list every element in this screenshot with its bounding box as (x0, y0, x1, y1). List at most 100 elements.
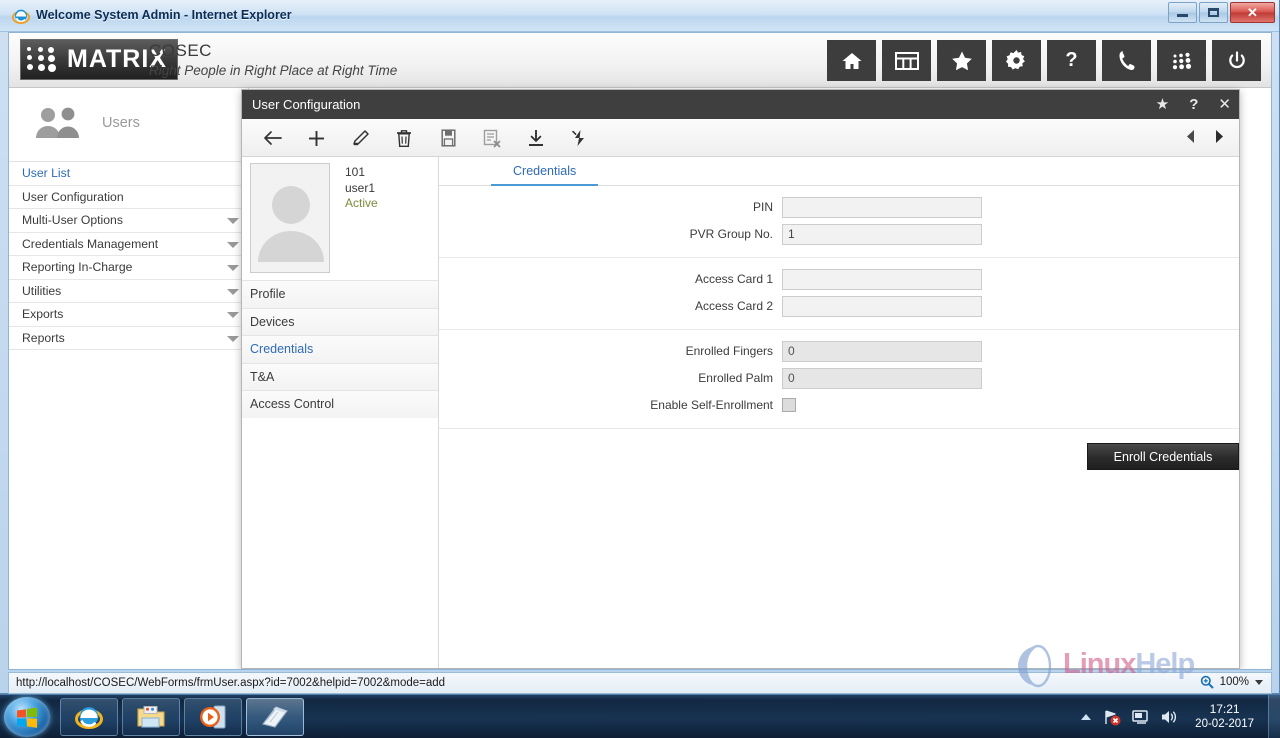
start-button[interactable] (4, 697, 50, 737)
sidebar-header: Users (9, 88, 248, 162)
sidebar-item-label: Reporting In-Charge (22, 260, 133, 275)
cancel-form-icon[interactable] (470, 119, 514, 157)
gear-icon[interactable] (992, 40, 1041, 81)
chevron-down-icon[interactable] (227, 335, 239, 342)
sidebar-item-user-list[interactable]: User List (9, 162, 248, 186)
sidebar-item-label: Multi-User Options (22, 213, 123, 228)
form-row: Access Card 1 (439, 266, 1239, 292)
previous-record-icon[interactable] (1185, 129, 1196, 147)
sidebar-item-credentials-management[interactable]: Credentials Management (9, 233, 248, 256)
close-button[interactable]: ✕ (1230, 2, 1275, 23)
enroll-credentials-button[interactable]: Enroll Credentials (1087, 443, 1239, 470)
chevron-down-icon[interactable] (227, 288, 239, 295)
user-section-devices[interactable]: Devices (242, 307, 438, 335)
show-desktop-button[interactable] (1268, 695, 1280, 738)
dialog-help-icon[interactable]: ? (1189, 97, 1198, 112)
back-icon[interactable] (250, 119, 294, 157)
chevron-down-icon[interactable] (227, 312, 239, 318)
grid-icon[interactable] (882, 40, 931, 81)
label-enable-self-enrollment: Enable Self-Enrollment (650, 398, 773, 412)
window-titlebar[interactable]: Welcome System Admin - Internet Explorer… (0, 0, 1279, 32)
maximize-button[interactable] (1199, 2, 1228, 23)
chevron-down-icon[interactable] (227, 241, 239, 248)
enroll-row: Enroll Credentials (439, 429, 1239, 470)
input-access-card-1[interactable] (782, 268, 982, 290)
user-section-profile[interactable]: Profile (242, 280, 438, 308)
home-icon[interactable] (827, 40, 876, 81)
sidebar-item-label: Credentials Management (22, 236, 159, 251)
dialog-favorite-icon[interactable]: ★ (1156, 97, 1169, 112)
power-icon[interactable] (1212, 40, 1261, 81)
label-enrolled-palm: Enrolled Palm (698, 371, 773, 385)
sidebar-section-title: Users (102, 115, 140, 131)
star-icon[interactable] (937, 40, 986, 81)
taskbar-media-player[interactable] (184, 698, 242, 736)
sidebar-item-reporting-in-charge[interactable]: Reporting In-Charge (9, 256, 248, 280)
sidebar-item-label: Utilities (22, 283, 62, 298)
refresh-icon[interactable] (558, 119, 602, 157)
help-icon[interactable]: ? (1047, 40, 1096, 81)
sidebar-item-reports[interactable]: Reports (9, 327, 248, 350)
sidebar-item-utilities[interactable]: Utilities (9, 280, 248, 303)
zoom-control[interactable]: 100% (1200, 675, 1263, 689)
sidebar-item-multi-user-options[interactable]: Multi-User Options (9, 209, 248, 233)
page-content: MATRIX COSEC Right People in Right Place… (8, 32, 1272, 670)
user-section-access-control[interactable]: Access Control (242, 390, 438, 418)
edit-icon[interactable] (338, 119, 382, 157)
chevron-down-icon[interactable] (227, 265, 239, 271)
user-section-label: Access Control (250, 397, 335, 412)
dots-matrix-icon[interactable] (1157, 40, 1206, 81)
user-section-credentials[interactable]: Credentials (242, 335, 438, 363)
input-access-card-2[interactable] (782, 295, 982, 317)
next-record-icon[interactable] (1214, 129, 1225, 147)
network-error-icon[interactable] (1103, 709, 1121, 726)
chevron-down-icon[interactable] (1255, 679, 1263, 685)
form-row: Enrolled Palm (439, 365, 1239, 391)
credentials-form-pane: Credentials PIN PVR Group No. Access Card … (439, 157, 1239, 668)
user-section-list: Profile Devices Credentials T&A Access Contr… (242, 280, 438, 418)
sidebar-item-exports[interactable]: Exports (9, 303, 248, 327)
form-row: Access Card 2 (439, 293, 1239, 319)
window-title: Welcome System Admin - Internet Explorer (36, 8, 292, 22)
status-url: http://localhost/COSEC/WebForms/frmUser.… (16, 677, 446, 689)
chevron-down-icon[interactable] (227, 218, 239, 224)
show-hidden-icons-icon[interactable] (1081, 714, 1092, 720)
add-icon[interactable] (294, 119, 338, 157)
users-icon (36, 107, 79, 138)
input-enrolled-fingers[interactable] (782, 340, 982, 362)
user-pane: 101 user1 Active Profile Devices Credentia… (242, 157, 439, 668)
delete-icon[interactable] (382, 119, 426, 157)
taskbar-active-window[interactable] (246, 698, 304, 736)
taskbar-file-explorer[interactable] (122, 698, 180, 736)
input-enrolled-palm[interactable] (782, 367, 982, 389)
action-center-icon[interactable] (1132, 709, 1149, 726)
clock-date: 20-02-2017 (1195, 718, 1254, 730)
user-configuration-dialog: User Configuration ★ ? ✕ 101 user1 Activ… (241, 89, 1240, 669)
user-section-t-a[interactable]: T&A (242, 362, 438, 390)
volume-icon[interactable] (1160, 709, 1178, 725)
user-card: 101 user1 Active (242, 157, 438, 280)
sidebar-item-user-configuration[interactable]: User Configuration (9, 186, 248, 209)
tab-credentials[interactable]: Credentials (491, 157, 599, 186)
label-pin: PIN (752, 200, 773, 214)
form-group: PIN PVR Group No. (439, 186, 1239, 258)
user-id: 101 (345, 165, 366, 179)
user-section-label: Profile (250, 287, 286, 302)
user-section-label: T&A (250, 369, 275, 384)
input-pvr-group-no[interactable] (782, 223, 982, 245)
clock-time: 17:21 (1209, 702, 1240, 716)
save-icon[interactable] (426, 119, 470, 157)
status-bar: http://localhost/COSEC/WebForms/frmUser.… (8, 672, 1272, 694)
minimize-button[interactable] (1168, 2, 1197, 23)
tabbar: Credentials (439, 157, 1239, 186)
checkbox-enable-self-enrollment[interactable] (782, 398, 796, 412)
dialog-close-icon[interactable]: ✕ (1218, 97, 1231, 112)
label-pvr-group-no: PVR Group No. (689, 227, 773, 241)
import-icon[interactable] (514, 119, 558, 157)
phone-icon[interactable] (1102, 40, 1151, 81)
taskbar-internet-explorer[interactable] (60, 698, 118, 736)
clock[interactable]: 17:21 20-02-2017 (1195, 702, 1254, 732)
dialog-title: User Configuration (252, 97, 361, 112)
label-access-card-1: Access Card 1 (694, 272, 773, 286)
input-pin[interactable] (782, 196, 982, 218)
